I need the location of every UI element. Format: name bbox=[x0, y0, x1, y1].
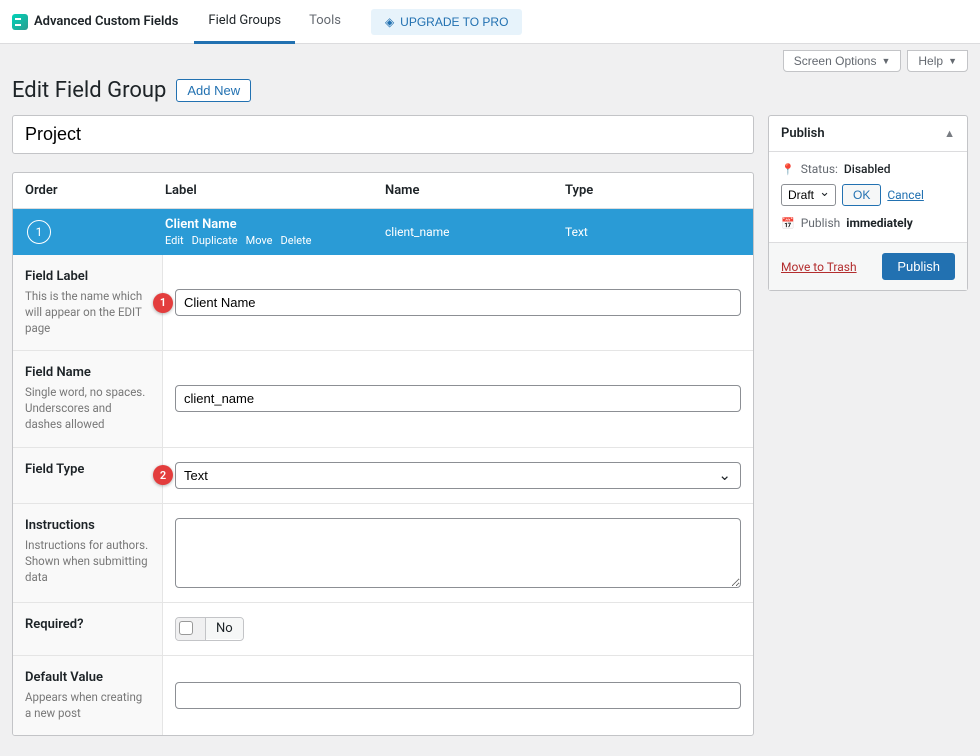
brand-logo: Advanced Custom Fields bbox=[12, 14, 178, 30]
setting-field-type: Field Type 2 Text bbox=[13, 447, 753, 503]
field-type-cell: Text bbox=[565, 225, 741, 239]
col-header-name: Name bbox=[385, 183, 565, 198]
annotation-1: 1 bbox=[153, 293, 173, 313]
action-edit[interactable]: Edit bbox=[165, 234, 184, 247]
field-label-input[interactable] bbox=[175, 289, 741, 316]
annotation-2: 2 bbox=[153, 465, 173, 485]
col-header-type: Type bbox=[565, 183, 741, 198]
top-nav: Advanced Custom Fields Field Groups Tool… bbox=[0, 0, 980, 44]
nav-tabs: Field Groups Tools bbox=[194, 0, 355, 44]
action-duplicate[interactable]: Duplicate bbox=[192, 234, 238, 247]
setting-default-value: Default Value Appears when creating a ne… bbox=[13, 655, 753, 735]
caret-down-icon: ▼ bbox=[881, 56, 890, 66]
field-order: 1 bbox=[25, 220, 165, 244]
field-name-input[interactable] bbox=[175, 385, 741, 412]
toggle-label: No bbox=[206, 618, 243, 639]
acf-logo-icon bbox=[12, 14, 28, 30]
main-column: Order Label Name Type 1 Client Name Edit… bbox=[12, 115, 754, 736]
ok-button[interactable]: OK bbox=[842, 184, 881, 206]
publish-box: Publish ▲ 📍 Status: Disabled Draft OK bbox=[768, 115, 968, 291]
pin-icon: 📍 bbox=[781, 163, 795, 176]
caret-down-icon: ▼ bbox=[948, 56, 957, 66]
status-select[interactable]: Draft bbox=[781, 184, 836, 206]
help-button[interactable]: Help ▼ bbox=[907, 50, 968, 72]
collapse-icon[interactable]: ▲ bbox=[944, 127, 955, 140]
publish-footer: Move to Trash Publish bbox=[769, 242, 967, 290]
list-header: Order Label Name Type bbox=[13, 173, 753, 209]
action-move[interactable]: Move bbox=[246, 234, 273, 247]
calendar-icon: 📅 bbox=[781, 217, 795, 230]
order-badge: 1 bbox=[27, 220, 51, 244]
side-column: Publish ▲ 📍 Status: Disabled Draft OK bbox=[768, 115, 968, 305]
row-actions: Edit Duplicate Move Delete bbox=[165, 234, 385, 247]
field-type-select[interactable]: Text bbox=[175, 462, 741, 489]
draft-row: Draft OK Cancel bbox=[781, 184, 955, 206]
tab-tools[interactable]: Tools bbox=[295, 0, 355, 44]
field-label-text: Client Name bbox=[165, 217, 385, 232]
publish-title: Publish bbox=[781, 126, 825, 141]
field-row[interactable]: 1 Client Name Edit Duplicate Move Delete… bbox=[13, 209, 753, 255]
default-value-input[interactable] bbox=[175, 682, 741, 709]
content-wrap: Order Label Name Type 1 Client Name Edit… bbox=[0, 115, 980, 756]
publish-button[interactable]: Publish bbox=[882, 253, 955, 280]
upgrade-label: UPGRADE TO PRO bbox=[400, 15, 508, 29]
required-toggle[interactable]: No bbox=[175, 617, 244, 641]
setting-required: Required? No bbox=[13, 602, 753, 655]
action-delete[interactable]: Delete bbox=[281, 234, 312, 247]
col-header-order: Order bbox=[25, 183, 165, 198]
page-header: Edit Field Group Add New bbox=[0, 72, 980, 115]
add-new-button[interactable]: Add New bbox=[176, 79, 251, 102]
trash-link[interactable]: Move to Trash bbox=[781, 260, 857, 274]
setting-instructions: Instructions Instructions for authors. S… bbox=[13, 503, 753, 602]
screen-options-button[interactable]: Screen Options ▼ bbox=[783, 50, 902, 72]
setting-field-label: Field Label This is the name which will … bbox=[13, 255, 753, 350]
group-title-input[interactable] bbox=[12, 115, 754, 154]
page-title: Edit Field Group bbox=[12, 78, 166, 103]
publish-header: Publish ▲ bbox=[769, 116, 967, 152]
status-row: 📍 Status: Disabled bbox=[781, 162, 955, 176]
tab-field-groups[interactable]: Field Groups bbox=[194, 0, 295, 44]
setting-field-name: Field Name Single word, no spaces. Under… bbox=[13, 350, 753, 446]
screen-meta: Screen Options ▼ Help ▼ bbox=[0, 44, 980, 72]
toggle-switch bbox=[176, 618, 206, 640]
publish-when-row: 📅 Publish immediately bbox=[781, 216, 955, 230]
publish-body: 📍 Status: Disabled Draft OK Cancel 📅 Pub bbox=[769, 152, 967, 242]
upgrade-button[interactable]: ◈ UPGRADE TO PRO bbox=[371, 9, 522, 35]
field-label-cell: Client Name Edit Duplicate Move Delete bbox=[165, 217, 385, 247]
field-list: Order Label Name Type 1 Client Name Edit… bbox=[12, 172, 754, 736]
instructions-textarea[interactable] bbox=[175, 518, 741, 588]
toggle-knob bbox=[179, 621, 193, 635]
cancel-link[interactable]: Cancel bbox=[887, 188, 924, 202]
brand-text: Advanced Custom Fields bbox=[34, 14, 178, 29]
col-header-label: Label bbox=[165, 183, 385, 198]
diamond-icon: ◈ bbox=[385, 15, 394, 29]
field-name-cell: client_name bbox=[385, 225, 565, 239]
field-settings: Field Label This is the name which will … bbox=[13, 255, 753, 735]
